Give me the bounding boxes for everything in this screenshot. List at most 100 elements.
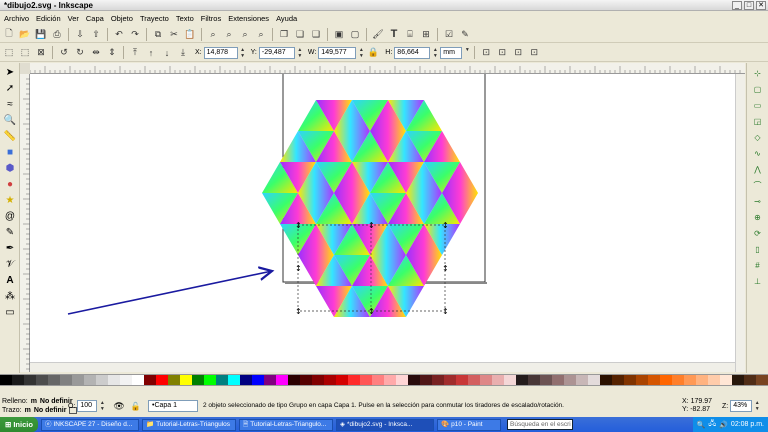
paste-icon[interactable]: 📋 bbox=[183, 27, 197, 41]
menu-trayecto[interactable]: Trayecto bbox=[140, 14, 169, 23]
zoom-drawing-icon[interactable]: ⌕ bbox=[222, 27, 236, 41]
scale-handle[interactable]: ↕ bbox=[295, 221, 302, 230]
palette-swatch[interactable] bbox=[360, 375, 372, 385]
palette-swatch[interactable] bbox=[660, 375, 672, 385]
x-spinner[interactable]: ▲ ▼ bbox=[240, 47, 246, 59]
palette-swatch[interactable] bbox=[312, 375, 324, 385]
palette-swatch[interactable] bbox=[480, 375, 492, 385]
opacity-spinner[interactable]: ▲ ▼ bbox=[99, 400, 105, 412]
palette-swatch[interactable] bbox=[204, 375, 216, 385]
new-document-icon[interactable]: 🗋 bbox=[2, 27, 16, 41]
palette-swatch[interactable] bbox=[120, 375, 132, 385]
lock-ratio-icon[interactable]: 🔒 bbox=[366, 46, 380, 60]
palette-swatch[interactable] bbox=[576, 375, 588, 385]
menu-objeto[interactable]: Objeto bbox=[111, 14, 133, 23]
palette-swatch[interactable] bbox=[732, 375, 744, 385]
menu-ver[interactable]: Ver bbox=[68, 14, 79, 23]
palette-swatch[interactable] bbox=[756, 375, 768, 385]
drawing-canvas[interactable]: ↕ ↕ ↕ ↕ ↕ ↕ ↕ ↕ bbox=[30, 74, 745, 372]
cut-icon[interactable]: ✂ bbox=[167, 27, 181, 41]
node-icon[interactable]: ➚ bbox=[2, 81, 18, 95]
copy-icon[interactable]: ⧉ bbox=[151, 27, 165, 41]
palette-swatch[interactable] bbox=[276, 375, 288, 385]
select-all-icon[interactable]: ⬚ bbox=[2, 46, 16, 60]
snap-nodes-icon[interactable]: ◇ bbox=[751, 131, 765, 143]
ellipse-icon[interactable]: ● bbox=[2, 177, 18, 191]
eraser-icon[interactable]: ▭ bbox=[2, 305, 18, 319]
save-icon[interactable]: 💾 bbox=[34, 27, 48, 41]
triangle-artwork[interactable] bbox=[262, 100, 478, 317]
snap-rotation-icon[interactable]: ⟳ bbox=[751, 227, 765, 239]
palette-swatch[interactable] bbox=[12, 375, 24, 385]
flip-vertical-icon[interactable]: ⇕ bbox=[105, 46, 119, 60]
menu-capa[interactable]: Capa bbox=[86, 14, 104, 23]
snap-path-icon[interactable]: ∿ bbox=[751, 147, 765, 159]
xml-editor-icon[interactable]: ⌸ bbox=[403, 27, 417, 41]
palette-swatch[interactable] bbox=[672, 375, 684, 385]
lower-to-bottom-icon[interactable]: ⤓ bbox=[176, 46, 190, 60]
palette-swatch[interactable] bbox=[720, 375, 732, 385]
palette-swatch[interactable] bbox=[144, 375, 156, 385]
snap-guide-icon[interactable]: ⊥ bbox=[751, 275, 765, 287]
snap-cusp-icon[interactable]: ⋀ bbox=[751, 163, 765, 175]
palette-swatch[interactable] bbox=[408, 375, 420, 385]
palette-swatch[interactable] bbox=[240, 375, 252, 385]
undo-icon[interactable]: ↶ bbox=[112, 27, 126, 41]
palette-swatch[interactable] bbox=[24, 375, 36, 385]
scale-handle[interactable]: ↕ bbox=[442, 221, 449, 230]
unit-dropdown-icon[interactable]: ▼ bbox=[464, 47, 470, 59]
palette-swatch[interactable] bbox=[432, 375, 444, 385]
start-button[interactable]: ⊞ Inicio bbox=[0, 417, 38, 432]
text-icon[interactable]: A bbox=[2, 273, 18, 287]
scale-corners-icon[interactable]: ⊡ bbox=[495, 46, 509, 60]
height-spinner[interactable]: ▲ ▼ bbox=[432, 47, 438, 59]
palette-swatch[interactable] bbox=[336, 375, 348, 385]
palette-swatch[interactable] bbox=[180, 375, 192, 385]
palette-swatch[interactable] bbox=[252, 375, 264, 385]
palette-swatch[interactable] bbox=[624, 375, 636, 385]
palette-swatch[interactable] bbox=[612, 375, 624, 385]
snap-bbox-corner-icon[interactable]: ◲ bbox=[751, 115, 765, 127]
palette-swatch[interactable] bbox=[468, 375, 480, 385]
clone-icon[interactable]: ❏ bbox=[293, 27, 307, 41]
minimize-button[interactable]: _ bbox=[732, 1, 742, 10]
zoom-width-icon[interactable]: ⌕ bbox=[254, 27, 268, 41]
unit-select[interactable]: mm bbox=[440, 46, 463, 59]
measure-icon[interactable]: 📏 bbox=[2, 129, 18, 143]
redo-icon[interactable]: ↷ bbox=[128, 27, 142, 41]
pen-icon[interactable]: ✒ bbox=[2, 241, 18, 255]
star-icon[interactable]: ★ bbox=[2, 193, 18, 207]
height-field[interactable]: 86,664 bbox=[394, 46, 431, 59]
layer-lock-icon[interactable]: 🔓 bbox=[131, 402, 141, 411]
snap-bbox-icon[interactable]: ▢ bbox=[751, 83, 765, 95]
duplicate-icon[interactable]: ❐ bbox=[277, 27, 291, 41]
taskbar-item-inkscape-active[interactable]: ◈ *dibujo2.svg - Inksca... bbox=[336, 418, 434, 431]
palette-swatch[interactable] bbox=[84, 375, 96, 385]
palette-swatch[interactable] bbox=[528, 375, 540, 385]
palette-swatch[interactable] bbox=[708, 375, 720, 385]
visibility-eye-icon[interactable]: 👁 bbox=[113, 401, 124, 412]
menu-archivo[interactable]: Archivo bbox=[4, 14, 29, 23]
select-all-layers-icon[interactable]: ⬚ bbox=[18, 46, 32, 60]
raise-to-top-icon[interactable]: ⤒ bbox=[128, 46, 142, 60]
flip-horizontal-icon[interactable]: ⇹ bbox=[89, 46, 103, 60]
palette-swatch[interactable] bbox=[636, 375, 648, 385]
palette-swatch[interactable] bbox=[684, 375, 696, 385]
scale-handle[interactable]: ↕ bbox=[442, 307, 449, 316]
snap-grid-icon[interactable]: # bbox=[751, 259, 765, 271]
export-icon[interactable]: ⇧ bbox=[89, 27, 103, 41]
transform-patterns-icon[interactable]: ⊡ bbox=[527, 46, 541, 60]
volume-icon[interactable]: 🔊 bbox=[719, 421, 728, 429]
menu-texto[interactable]: Texto bbox=[176, 14, 194, 23]
taskbar-item-paint[interactable]: 🎨 p10 - Paint bbox=[437, 418, 501, 431]
palette-swatch[interactable] bbox=[156, 375, 168, 385]
palette-swatch[interactable] bbox=[396, 375, 408, 385]
3dbox-icon[interactable]: ⬢ bbox=[2, 161, 18, 175]
width-spinner[interactable]: ▲ ▼ bbox=[358, 47, 364, 59]
close-button[interactable]: ✕ bbox=[756, 1, 766, 10]
palette-swatch[interactable] bbox=[48, 375, 60, 385]
fill-stroke-icon[interactable]: 🖌 bbox=[371, 27, 385, 41]
layer-selector[interactable]: •Capa 1 bbox=[148, 400, 198, 412]
palette-swatch[interactable] bbox=[564, 375, 576, 385]
pencil-icon[interactable]: ✎ bbox=[2, 225, 18, 239]
